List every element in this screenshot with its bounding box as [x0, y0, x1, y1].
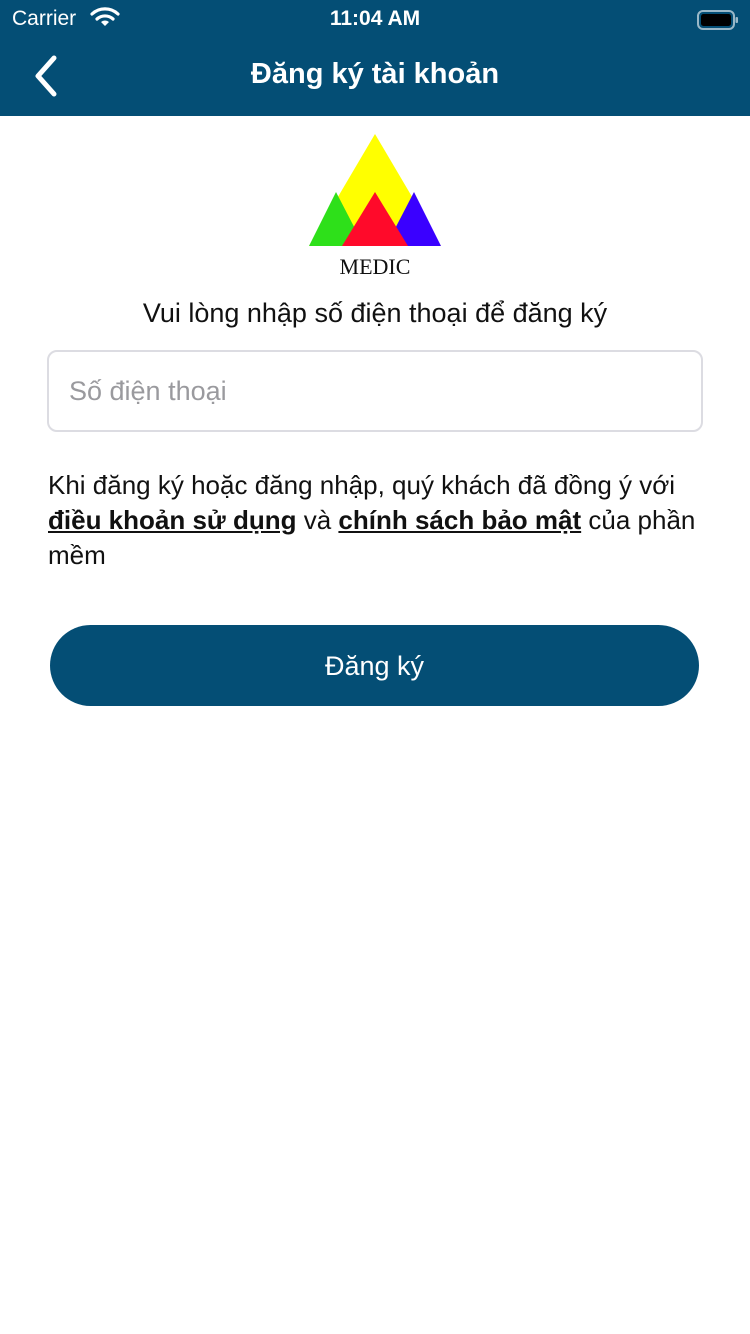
- logo-text: MEDIC: [339, 254, 411, 279]
- privacy-policy-link[interactable]: chính sách bảo mật: [338, 505, 581, 535]
- terms-of-use-link[interactable]: điều khoản sử dụng: [48, 505, 297, 535]
- clock: 11:04 AM: [329, 7, 421, 30]
- terms-and: và: [296, 505, 339, 535]
- status-bar: Carrier 11:04 AM: [0, 0, 750, 40]
- terms-prefix: Khi đăng ký hoặc đăng nhập, quý khách đã…: [48, 470, 676, 500]
- terms-notice: Khi đăng ký hoặc đăng nhập, quý khách đã…: [48, 468, 708, 573]
- nav-bar: Đăng ký tài khoản: [0, 40, 750, 116]
- instruction-text: Vui lòng nhập số điện thoại để đăng ký: [142, 298, 608, 328]
- phone-number-input[interactable]: [47, 350, 703, 432]
- register-button[interactable]: Đăng ký: [50, 625, 699, 706]
- top-bar: Carrier 11:04 AM Đăng ký tài khoản: [0, 0, 750, 116]
- battery-icon: [697, 10, 739, 36]
- page-title: Đăng ký tài khoản: [250, 58, 500, 90]
